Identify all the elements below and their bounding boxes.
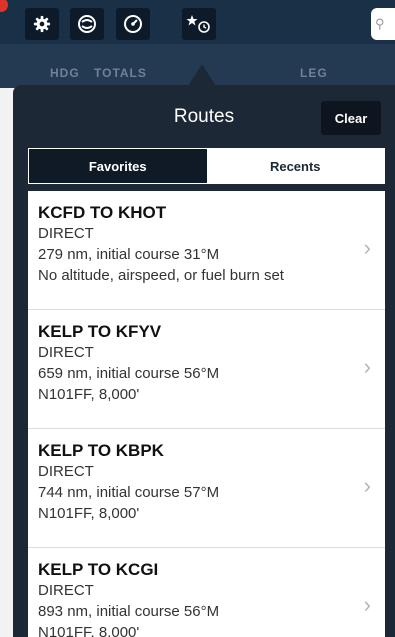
route-detail: No altitude, airspeed, or fuel burn set	[38, 267, 284, 284]
tab-favorites[interactable]: Favorites	[29, 149, 207, 183]
routes-popover: Routes Clear Favorites Recents KCFD TO K…	[13, 85, 395, 637]
route-title: KCFD TO KHOT	[38, 203, 167, 222]
chevron-right-icon: ›	[363, 235, 371, 260]
route-type: DIRECT	[38, 344, 94, 361]
route-type: DIRECT	[38, 225, 94, 242]
route-summary: 659 nm, initial course 56°M	[38, 365, 220, 382]
route-summary: 893 nm, initial course 56°M	[38, 603, 220, 620]
chevron-right-icon: ›	[363, 473, 371, 498]
clear-button[interactable]: Clear	[321, 101, 381, 135]
favorites-recents-icon	[186, 15, 210, 33]
popover-arrow	[188, 64, 216, 86]
gear-icon	[33, 15, 51, 33]
route-type: DIRECT	[38, 463, 94, 480]
top-toolbar: ⚲	[0, 0, 395, 44]
notification-dot	[0, 0, 8, 12]
instruments-button[interactable]	[116, 8, 150, 40]
settings-button[interactable]	[25, 8, 59, 40]
route-title: KELP TO KCGI	[38, 560, 159, 579]
route-title: KELP TO KBPK	[38, 441, 164, 460]
hdg-label: HDG	[50, 66, 80, 80]
tab-recents[interactable]: Recents	[206, 149, 384, 183]
route-row[interactable]: KCFD TO KHOT DIRECT 279 nm, initial cour…	[28, 191, 385, 310]
favorites-recents-button[interactable]	[182, 8, 216, 40]
route-detail: N101FF, 8,000'	[38, 624, 140, 637]
route-row[interactable]: KELP TO KBPK DIRECT 744 nm, initial cour…	[28, 429, 385, 548]
route-detail: N101FF, 8,000'	[38, 505, 140, 522]
search-field[interactable]: ⚲	[371, 8, 395, 40]
route-title: KELP TO KFYV	[38, 322, 162, 341]
routes-segmented-control: Favorites Recents	[28, 148, 385, 184]
totals-label: TOTALS	[94, 66, 147, 80]
route-summary: 744 nm, initial course 57°M	[38, 484, 220, 501]
route-summary: 279 nm, initial course 31°M	[38, 246, 220, 263]
chevron-right-icon: ›	[363, 592, 371, 617]
leg-label: LEG	[300, 66, 328, 80]
recent-routes-list: KCFD TO KHOT DIRECT 279 nm, initial cour…	[28, 191, 385, 637]
route-row[interactable]: KELP TO KCGI DIRECT 893 nm, initial cour…	[28, 548, 385, 637]
search-icon: ⚲	[375, 16, 385, 31]
chevron-right-icon: ›	[363, 354, 371, 379]
route-type: DIRECT	[38, 582, 94, 599]
route-row[interactable]: KELP TO KFYV DIRECT 659 nm, initial cour…	[28, 310, 385, 429]
gauge-icon	[124, 15, 142, 33]
route-detail: N101FF, 8,000'	[38, 386, 140, 403]
scale-icon	[78, 15, 96, 33]
weight-balance-button[interactable]	[70, 8, 104, 40]
